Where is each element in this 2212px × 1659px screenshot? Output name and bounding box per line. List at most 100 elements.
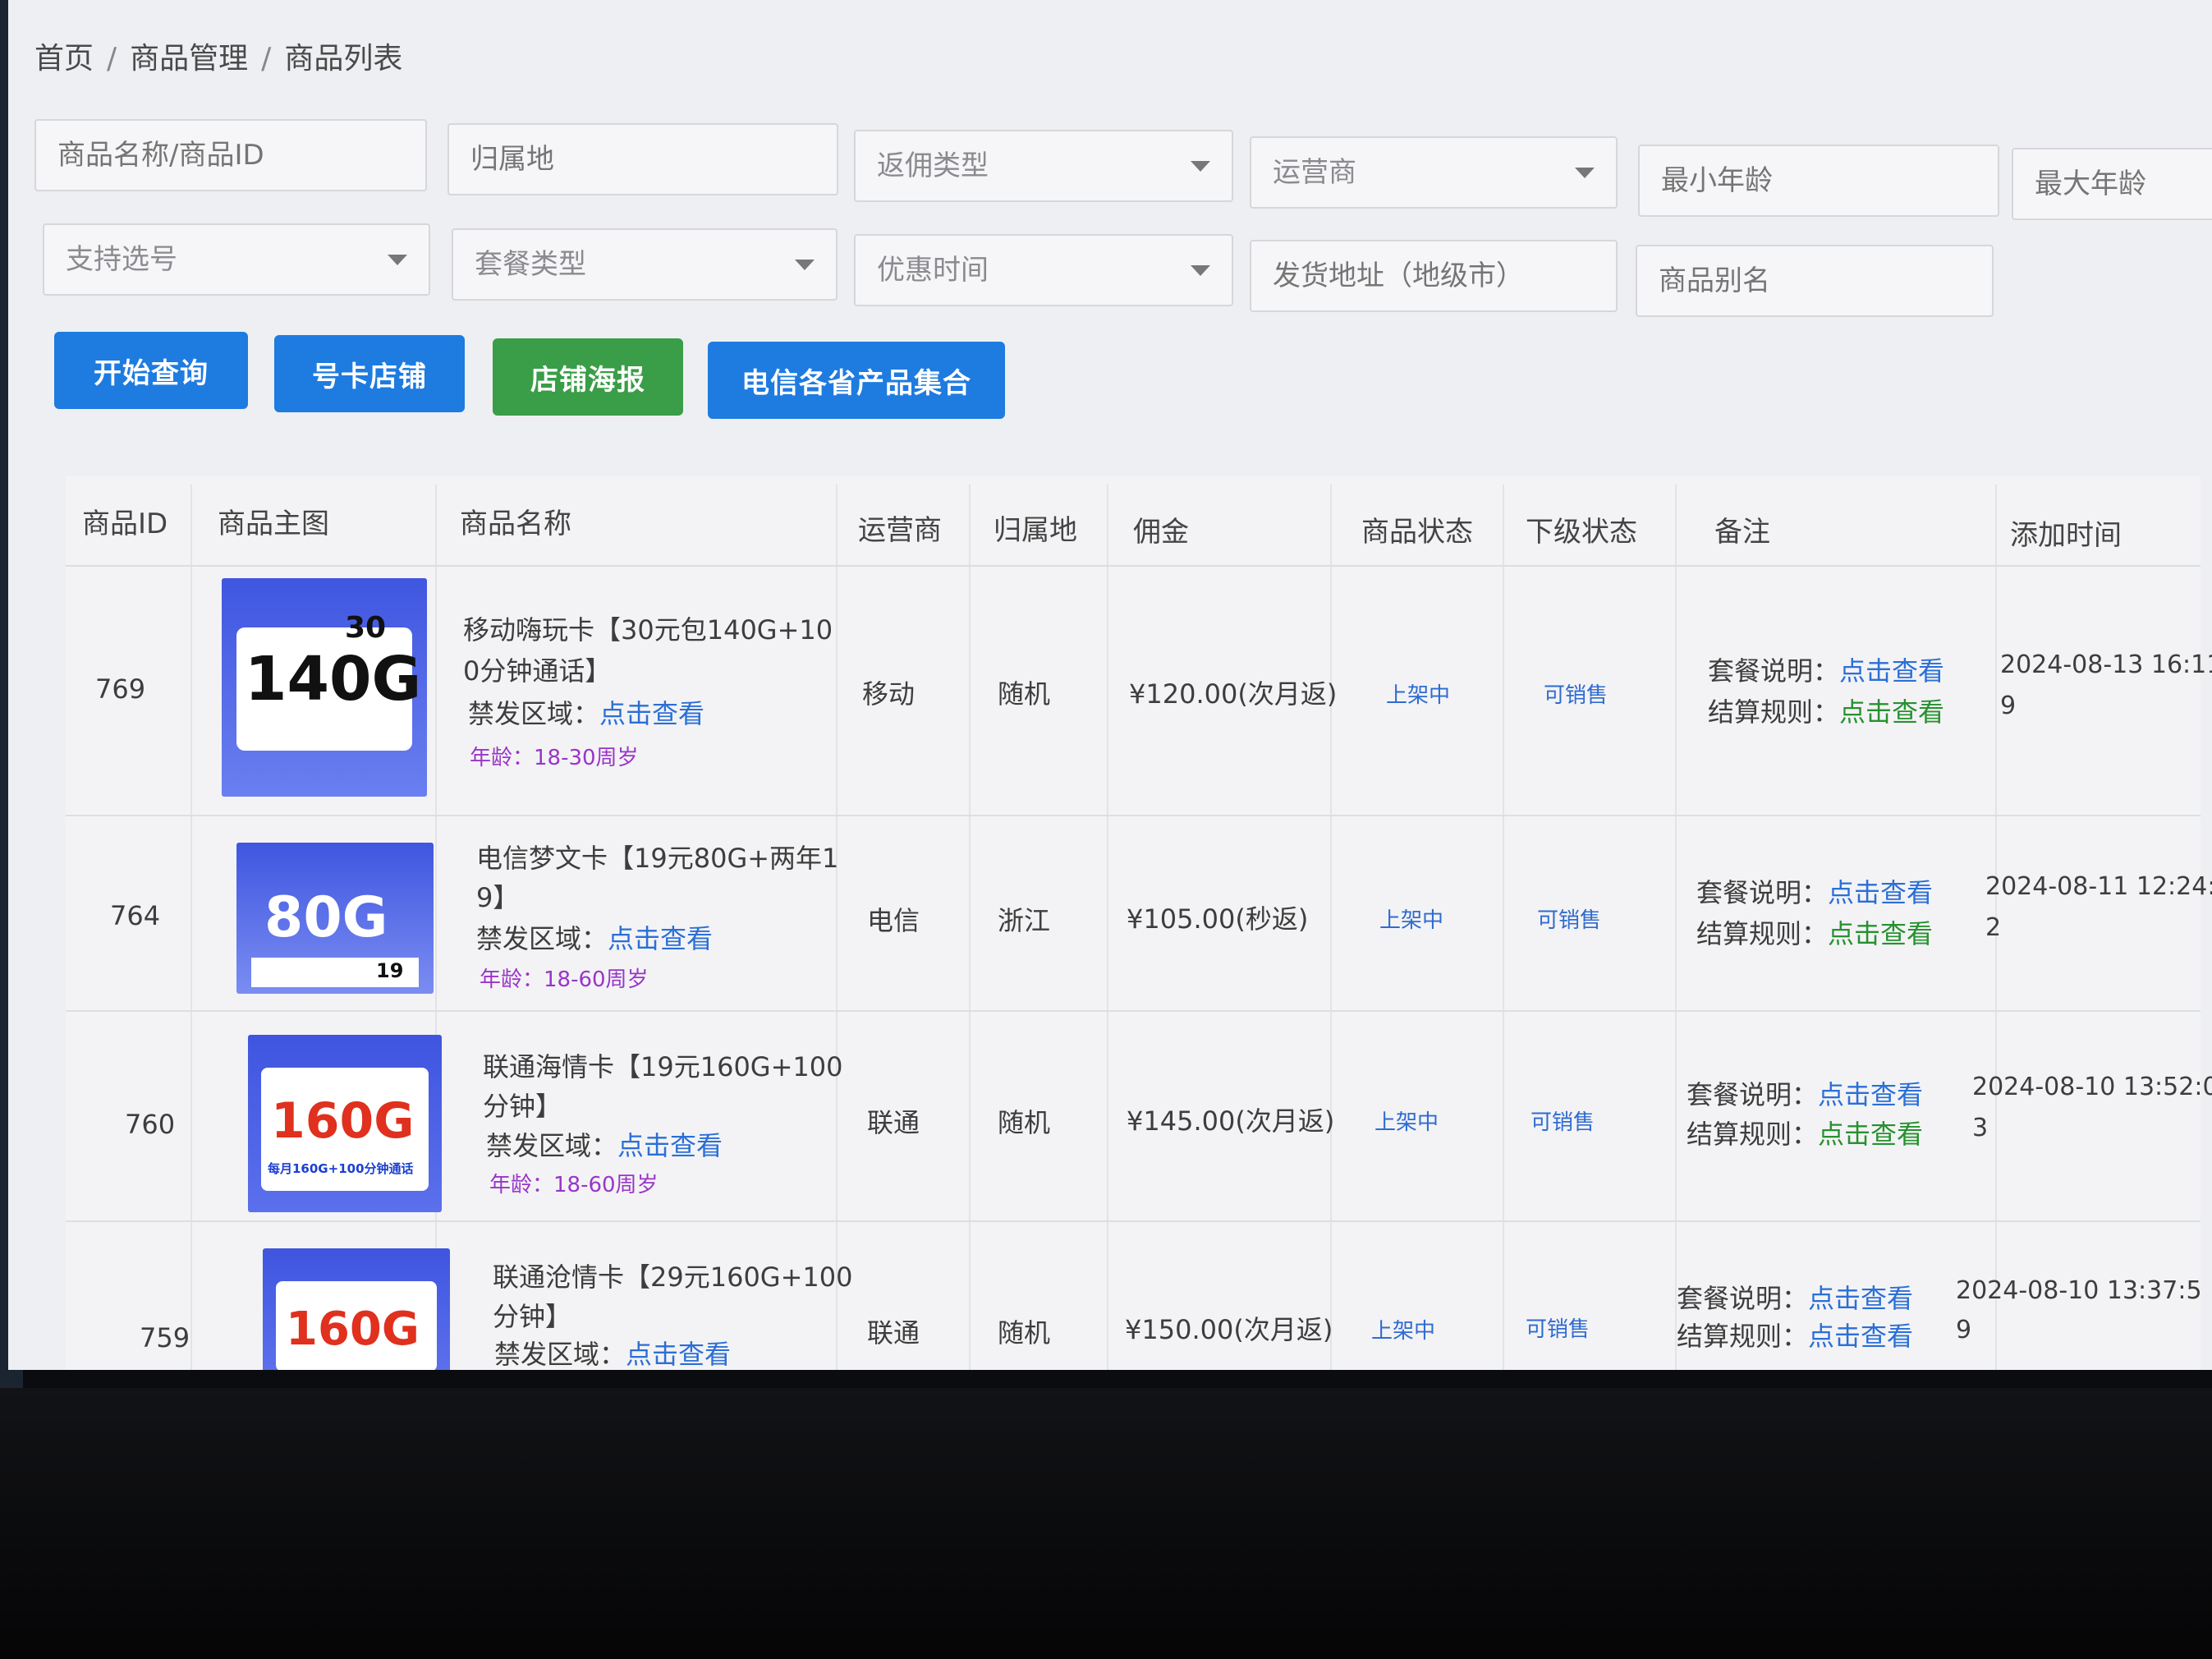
header-name: 商品名称	[460, 508, 571, 540]
operator-cell: 联通	[867, 1107, 920, 1138]
chevron-down-icon	[1191, 265, 1210, 276]
thumbnail-data-amount: 140G	[245, 644, 422, 715]
commission-cell: ¥145.00(次月返)	[1127, 1105, 1335, 1137]
added-time-cont: 9	[1956, 1316, 1972, 1344]
thumbnail-price: 30	[345, 611, 387, 645]
header-status: 商品状态	[1361, 516, 1473, 549]
header-sub-status: 下级状态	[1526, 516, 1637, 549]
shop-poster-button[interactable]: 店铺海报	[493, 338, 683, 416]
plan-description: 套餐说明：点击查看	[1687, 1074, 1923, 1112]
operator-cell: 电信	[867, 905, 920, 936]
min-age-input[interactable]	[1661, 148, 1964, 214]
max-age-field[interactable]	[2012, 148, 2212, 220]
region-input[interactable]	[470, 126, 801, 192]
plan-description-label: 套餐说明：	[1677, 1283, 1809, 1314]
column-divider	[969, 485, 971, 1370]
breadcrumb-product-list: 商品列表	[284, 42, 403, 76]
plan-description-link[interactable]: 点击查看	[1839, 655, 1944, 687]
added-time-cont: 3	[1972, 1114, 1989, 1142]
product-thumbnail[interactable]: 160G 每月160G+100分钟通话	[248, 1035, 442, 1212]
product-name-field[interactable]	[34, 119, 427, 191]
region-cell: 随机	[998, 1107, 1051, 1138]
product-name-cont: 分钟】	[483, 1091, 562, 1122]
forbidden-area-label: 禁发区域：	[468, 698, 600, 729]
settle-rule: 结算规则：点击查看	[1687, 1114, 1923, 1151]
alias-input[interactable]	[1659, 248, 1959, 314]
commission-type-value: 返佣类型	[877, 149, 989, 182]
column-divider	[1503, 485, 1504, 1370]
promo-time-select[interactable]: 优惠时间	[854, 234, 1233, 306]
operator-select[interactable]: 运营商	[1250, 136, 1618, 209]
plan-description-link[interactable]: 点击查看	[1828, 877, 1933, 908]
forbidden-area-label: 禁发区域：	[486, 1130, 618, 1161]
min-age-field[interactable]	[1638, 145, 1999, 217]
search-button[interactable]: 开始查询	[54, 332, 248, 409]
status-badge: 上架中	[1374, 1110, 1439, 1135]
plan-description-link[interactable]: 点击查看	[1818, 1079, 1923, 1110]
max-age-input[interactable]	[2035, 151, 2197, 217]
forbidden-area-link[interactable]: 点击查看	[617, 1130, 723, 1161]
breadcrumb-separator: /	[107, 42, 117, 76]
card-shop-button[interactable]: 号卡店铺	[274, 335, 465, 412]
forbidden-area: 禁发区域：点击查看	[476, 918, 713, 956]
sub-status-badge: 可销售	[1544, 683, 1609, 708]
breadcrumb: 首页 / 商品管理 / 商品列表	[34, 34, 402, 77]
column-divider	[1107, 485, 1108, 1370]
settle-rule-label: 结算规则：	[1708, 696, 1840, 728]
age-range: 年龄：18-60周岁	[480, 967, 649, 992]
product-name-cont: 9】	[476, 882, 520, 913]
added-time: 2024-08-10 13:37:5	[1956, 1276, 2202, 1305]
added-time-cont: 2	[1985, 913, 2002, 942]
plan-type-select[interactable]: 套餐类型	[452, 228, 838, 301]
telecom-collection-button[interactable]: 电信各省产品集合	[708, 342, 1005, 419]
breadcrumb-home[interactable]: 首页	[34, 42, 94, 76]
plan-description-link[interactable]: 点击查看	[1808, 1283, 1913, 1314]
forbidden-area: 禁发区域：点击查看	[486, 1125, 723, 1163]
row-divider	[66, 1220, 2201, 1222]
forbidden-area-link[interactable]: 点击查看	[608, 923, 713, 954]
commission-cell: ¥105.00(秒返)	[1127, 903, 1309, 935]
number-select-dropdown[interactable]: 支持选号	[43, 223, 430, 296]
settle-rule-link[interactable]: 点击查看	[1808, 1321, 1913, 1352]
ship-address-input[interactable]	[1273, 243, 1582, 309]
breadcrumb-product-management[interactable]: 商品管理	[130, 42, 248, 76]
ship-address-field[interactable]	[1250, 240, 1618, 312]
promo-time-value: 优惠时间	[877, 254, 989, 287]
forbidden-area-link[interactable]: 点击查看	[599, 698, 704, 729]
plan-description: 套餐说明：点击查看	[1708, 650, 1944, 688]
thumbnail-caption: 每月160G+100分钟通话	[268, 1161, 414, 1176]
commission-type-select[interactable]: 返佣类型	[854, 130, 1233, 202]
forbidden-area: 禁发区域：点击查看	[494, 1334, 731, 1370]
breadcrumb-separator: /	[261, 42, 272, 76]
header-id: 商品ID	[82, 508, 168, 540]
product-thumbnail[interactable]: 80G 19	[236, 843, 434, 994]
settle-rule-label: 结算规则：	[1677, 1321, 1809, 1352]
product-id: 769	[95, 673, 146, 705]
forbidden-area-link[interactable]: 点击查看	[626, 1339, 731, 1370]
header-region: 归属地	[994, 514, 1077, 547]
thumbnail-data-amount: 160G	[286, 1303, 420, 1356]
chevron-down-icon	[795, 260, 815, 270]
chevron-down-icon	[1575, 168, 1595, 178]
product-name: 移动嗨玩卡【30元包140G+10	[463, 614, 833, 646]
settle-rule-link[interactable]: 点击查看	[1839, 696, 1944, 728]
region-field[interactable]	[447, 123, 838, 195]
settle-rule-link[interactable]: 点击查看	[1828, 918, 1933, 949]
product-name-input[interactable]	[57, 122, 389, 188]
thumbnail-price: 19	[376, 959, 404, 982]
settle-rule-link[interactable]: 点击查看	[1818, 1119, 1923, 1150]
product-thumbnail[interactable]: 160G	[263, 1248, 450, 1370]
product-thumbnail[interactable]: 140G 30	[222, 578, 427, 797]
plan-type-value: 套餐类型	[475, 248, 586, 281]
region-cell: 随机	[998, 678, 1051, 710]
forbidden-area-label: 禁发区域：	[494, 1339, 626, 1370]
product-name-cont: 分钟】	[493, 1301, 572, 1332]
alias-field[interactable]	[1636, 245, 1994, 317]
added-time: 2024-08-10 13:52:0	[1972, 1073, 2212, 1101]
row-divider	[66, 1010, 2201, 1012]
plan-description: 套餐说明：点击查看	[1677, 1278, 1913, 1316]
settle-rule: 结算规则：点击查看	[1677, 1316, 1913, 1353]
column-divider	[1330, 485, 1332, 1370]
header-added-time: 添加时间	[2010, 519, 2122, 552]
header-remark: 备注	[1714, 516, 1770, 549]
